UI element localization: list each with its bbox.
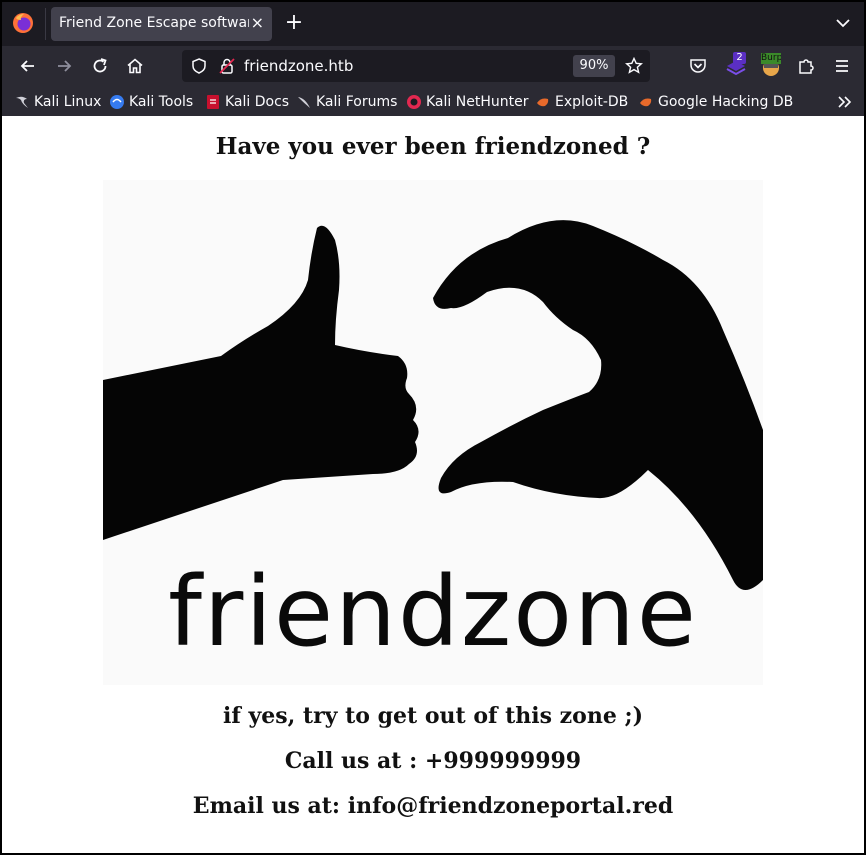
bookmark-label: Kali Linux [34,94,102,110]
bookmark-label: Kali Docs [225,94,290,110]
bookmark-kali-docs[interactable]: Kali Docs [205,92,289,112]
bookmark-kali-forums[interactable]: Kali Forums [296,92,397,112]
burp-label: Burp [761,53,781,64]
url-bar[interactable]: friendzone.htb 90% [182,50,650,82]
list-all-tabs-chevron-icon[interactable] [834,14,852,32]
tab-close-icon[interactable]: × [251,13,264,33]
kali-tools-icon [110,95,124,109]
bookmark-kali-tools[interactable]: Kali Tools [109,92,193,112]
hamburger-menu-icon[interactable] [832,56,852,76]
phone-text: Call us at : +999999999 [284,748,582,774]
friendzone-hero-image: friendzone [103,180,763,685]
kali-docs-icon [207,95,219,109]
reload-icon[interactable] [90,56,110,76]
back-arrow-icon[interactable] [18,56,38,76]
home-icon[interactable] [125,56,145,76]
tab-strip: Friend Zone Escape software × + [2,2,864,46]
bookmarks-overflow-chevron-icon[interactable] [836,93,854,111]
extensions-puzzle-icon[interactable] [796,56,816,76]
tagline-text: if yes, try to get out of this zone ;) [222,703,644,729]
bookmark-exploit-db[interactable]: Exploit-DB [535,92,628,112]
tab-title: Friend Zone Escape software [59,15,249,31]
bookmark-kali-nethunter[interactable]: Kali NetHunter [406,92,528,112]
page-heading: Have you ever been friendzoned ? [215,133,651,160]
page-content: Have you ever been friendzoned ? friendz… [2,116,864,853]
thumbs-up-heart-hands-illustration: friendzone [103,180,763,685]
kali-dragon-icon [16,96,28,108]
bookmark-kali-linux[interactable]: Kali Linux [14,92,101,112]
url-text[interactable]: friendzone.htb [244,57,353,75]
bookmark-label: Exploit-DB [555,94,629,110]
bookmark-label: Kali Forums [316,94,398,110]
friendzone-logo-text: friendzone [168,556,698,668]
tab-active[interactable]: Friend Zone Escape software × [51,7,272,41]
pocket-icon[interactable] [688,56,708,76]
tab-separator [45,8,46,40]
tracking-protection-shield-icon[interactable] [190,57,208,75]
new-tab-button[interactable]: + [284,12,304,34]
burp-extension-button[interactable]: Burp [760,53,782,78]
extension-count-badge: 2 [733,52,746,64]
extension-badge-button[interactable]: 2 [724,52,748,78]
email-text: Email us at: info@friendzoneportal.red [192,793,674,819]
bookmarks-toolbar: Kali Linux Kali Tools Kali Docs Kali For… [2,86,864,116]
insecure-lock-icon[interactable] [218,57,236,75]
bookmark-label: Kali Tools [129,94,194,110]
ghdb-icon [640,98,652,107]
bookmark-star-icon[interactable] [625,57,643,75]
kali-forums-icon [298,97,310,108]
zoom-level-button[interactable]: 90% [573,55,615,77]
browser-window: Friend Zone Escape software × + friendzo… [0,0,866,855]
bookmark-label: Google Hacking DB [658,94,794,110]
bookmark-label: Kali NetHunter [426,94,529,110]
navigation-toolbar: friendzone.htb 90% 2 Burp [2,46,864,86]
nethunter-icon [407,95,421,109]
firefox-logo-icon[interactable] [12,12,34,34]
exploitdb-icon [537,98,549,107]
bookmark-google-hacking-db[interactable]: Google Hacking DB [638,92,793,112]
forward-arrow-icon[interactable] [54,56,74,76]
